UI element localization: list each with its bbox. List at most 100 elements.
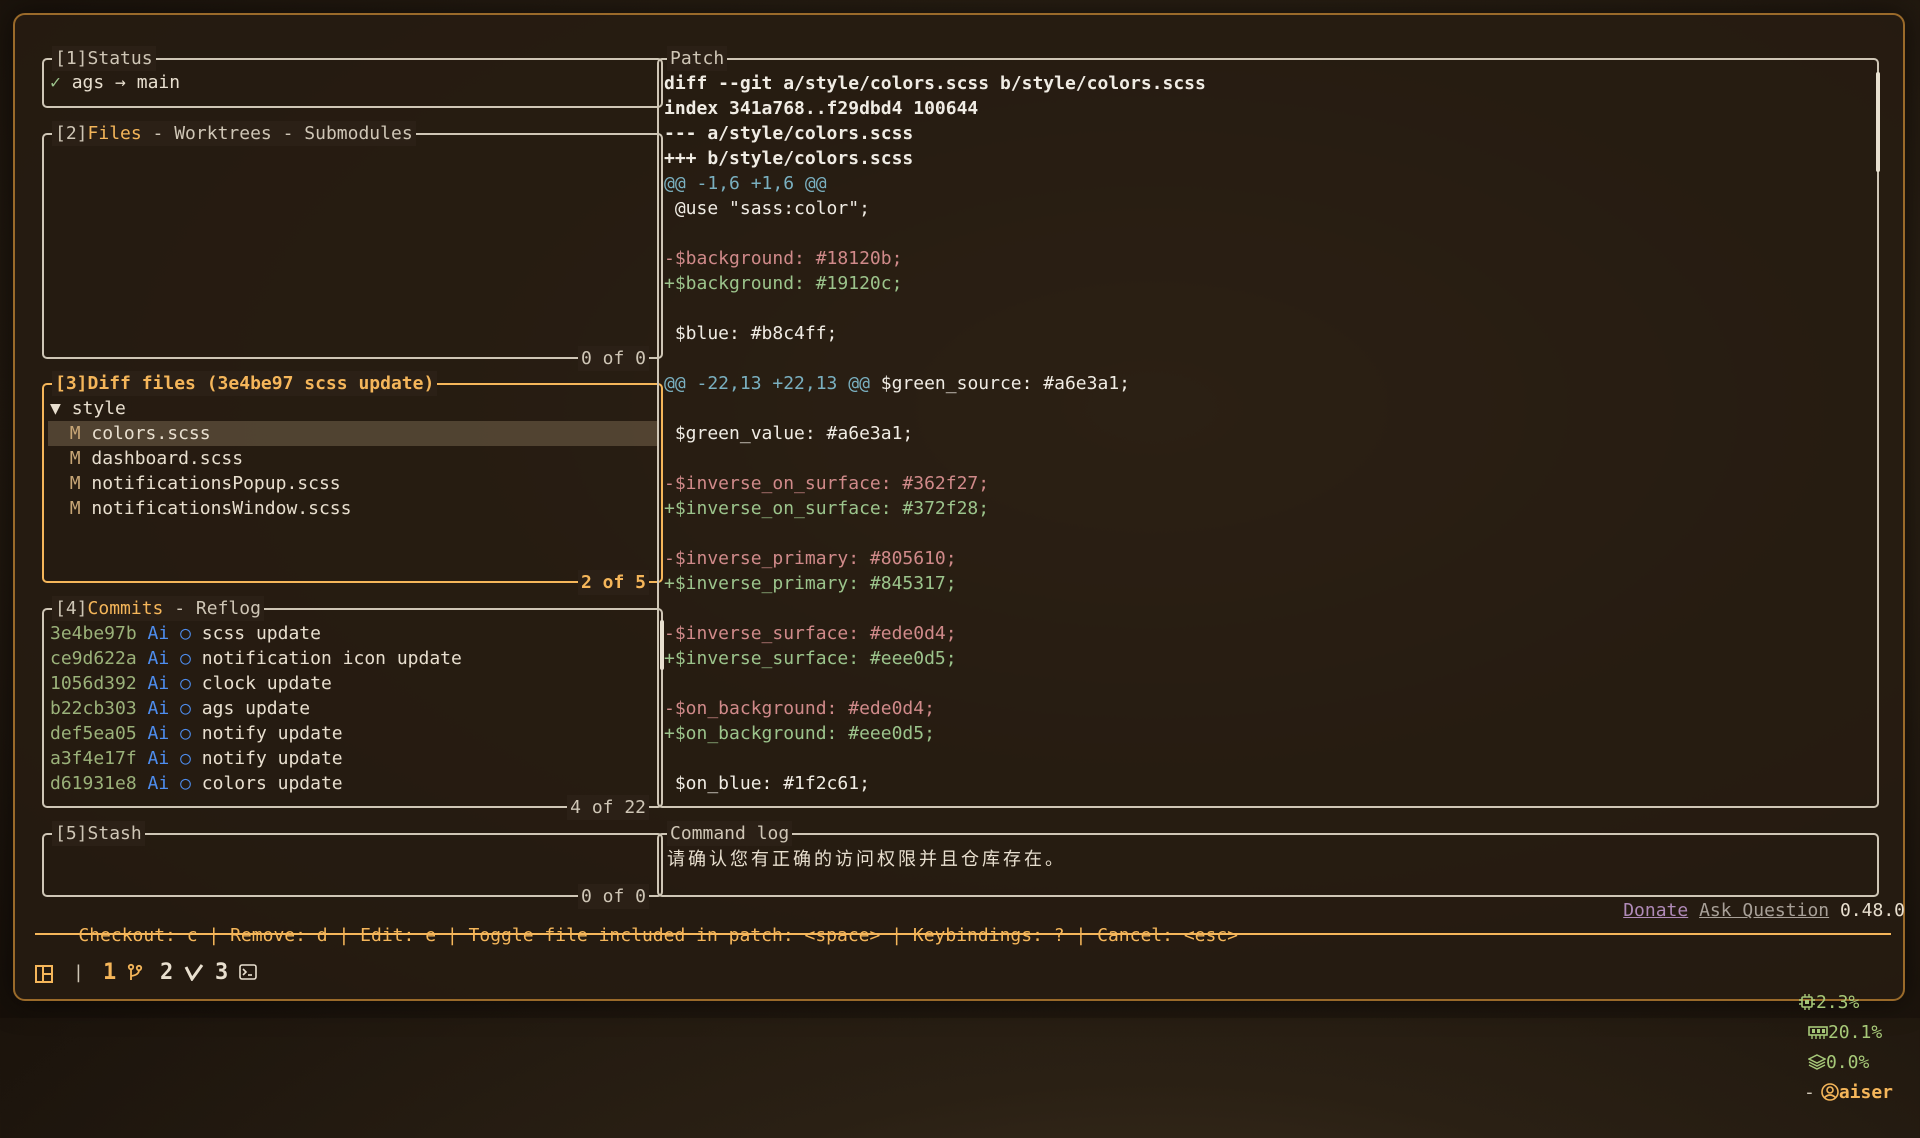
hunk-header: @@ -1,6 +1,6 @@ <box>664 173 827 194</box>
commit-row[interactable]: 3e4be97b Ai ○ scss update <box>50 621 655 646</box>
commit-message: notify update <box>201 723 343 744</box>
patch-line <box>664 446 1871 471</box>
collapse-arrow-icon[interactable]: ▼ <box>50 398 61 419</box>
disk-layers-icon <box>1807 1054 1827 1070</box>
commit-row[interactable]: a3f4e17f Ai ○ notify update <box>50 746 655 771</box>
donate-link[interactable]: Donate <box>1623 900 1688 921</box>
commit-row[interactable]: b22cb303 Ai ○ ags update <box>50 696 655 721</box>
workspace-3[interactable]: 3 <box>215 958 257 988</box>
commit-status-icon: ○ <box>180 673 191 694</box>
patch-line: $green_value: #a6e3a1; <box>664 421 1871 446</box>
keybinding-key: ? <box>1053 925 1065 946</box>
diff-file-row[interactable]: M colors.scss <box>48 421 657 446</box>
tab-commits[interactable]: Commits <box>88 598 164 619</box>
keybinding-label: Toggle file included in patch: <box>468 925 805 946</box>
diff-files-panel[interactable]: [3]Diff files (3e4be97 scss update) ▼ st… <box>42 371 663 595</box>
patch-line: @@ -1,6 +1,6 @@ <box>664 171 1871 196</box>
arrow-icon: → <box>115 72 126 93</box>
ask-question-link[interactable]: Ask Question <box>1699 900 1829 921</box>
patch-line: @@ -22,13 +22,13 @@ $green_source: #a6e3… <box>664 371 1871 396</box>
keybinding-item[interactable]: Keybindings: ? <box>913 925 1065 946</box>
commit-message: ags update <box>201 698 311 719</box>
added-line: +$on_background: #eee0d5; <box>664 723 935 744</box>
keybinding-item[interactable]: Edit: e <box>360 925 436 946</box>
commit-row[interactable]: ce9d622a Ai ○ notification icon update <box>50 646 655 671</box>
commit-row[interactable]: def5ea05 Ai ○ notify update <box>50 721 655 746</box>
layout-icon[interactable] <box>35 963 53 993</box>
patch-panel[interactable]: Patch diff --git a/style/colors.scss b/s… <box>657 46 1880 808</box>
file-name: colors.scss <box>91 423 211 444</box>
command-log-text: 请确认您有正确的访问权限并且仓库存在。 <box>667 849 1066 870</box>
keybinding-key: <space> <box>804 925 881 946</box>
keybinding-separator: | <box>880 925 913 946</box>
folder-row[interactable]: ▼ style <box>50 396 655 421</box>
keybinding-label: Keybindings: <box>912 925 1054 946</box>
commit-hash: def5ea05 <box>50 723 137 744</box>
patch-line <box>664 221 1871 246</box>
branch-name: main <box>136 72 181 93</box>
memory-value: 20.1% <box>1827 1022 1883 1043</box>
patch-line <box>664 671 1871 696</box>
diff-file-row[interactable]: M notificationsWindow.scss <box>48 496 657 521</box>
commit-row[interactable]: 1056d392 Ai ○ clock update <box>50 671 655 696</box>
context-line: $on_blue: #1f2c61; <box>664 773 870 794</box>
stash-panel[interactable]: [5]Stash 0 of 0 <box>42 821 663 909</box>
commit-message: colors update <box>201 773 343 794</box>
command-log-title: Command log <box>667 821 793 846</box>
workspace-2-num: 2 <box>160 960 174 985</box>
patch-line: +++ b/style/colors.scss <box>664 146 1871 171</box>
username: aiser <box>1838 1082 1893 1103</box>
commit-row[interactable]: d61931e8 Ai ○ colors update <box>50 771 655 796</box>
diff-file-row[interactable]: M dashboard.scss <box>48 446 657 471</box>
workspace-1[interactable]: 1 <box>103 958 143 988</box>
workspace-2[interactable]: 2 <box>160 958 204 988</box>
commit-hash: b22cb303 <box>50 698 137 719</box>
patch-line: -$on_background: #ede0d4; <box>664 696 1871 721</box>
hunk-context: $green_source: #a6e3a1; <box>869 373 1130 394</box>
check-icon: ✓ <box>50 72 61 93</box>
patch-line: index 341a768..f29dbd4 100644 <box>664 96 1871 121</box>
patch-line <box>664 746 1871 771</box>
keybinding-item[interactable]: Checkout: c <box>78 925 197 946</box>
files-count: 0 of 0 <box>577 346 649 371</box>
separator <box>35 933 1891 935</box>
tab-worktrees[interactable]: Worktrees <box>174 123 272 144</box>
file-name: dashboard.scss <box>91 448 244 469</box>
files-panel[interactable]: [2]Files - Worktrees - Submodules 0 of 0 <box>42 121 663 371</box>
status-panel-title: [1]Status <box>52 46 156 71</box>
patch-line: +$inverse_on_surface: #372f28; <box>664 496 1871 521</box>
keybinding-item[interactable]: Toggle file included in patch: <space> <box>469 925 881 946</box>
tab-reflog[interactable]: Reflog <box>196 598 261 619</box>
folder-name: style <box>71 398 126 419</box>
diff-header-line: index 341a768..f29dbd4 100644 <box>664 98 979 119</box>
patch-line: +$inverse_primary: #845317; <box>664 571 1871 596</box>
keybinding-item[interactable]: Cancel: <esc> <box>1097 925 1238 946</box>
tab-submodules[interactable]: Submodules <box>304 123 412 144</box>
context-line: @use "sass:color"; <box>664 198 870 219</box>
terminal-icon <box>239 964 257 980</box>
file-status-badge: M <box>69 448 81 469</box>
file-status-badge: M <box>69 473 81 494</box>
workspace-separator: | <box>73 962 84 983</box>
diff-file-row[interactable]: M notificationsPopup.scss <box>48 471 657 496</box>
patch-line: diff --git a/style/colors.scss b/style/c… <box>664 71 1871 96</box>
context-line: $green_value: #a6e3a1; <box>664 423 914 444</box>
patch-line <box>664 296 1871 321</box>
keybinding-label: Edit: <box>360 925 426 946</box>
keybinding-label: Checkout: <box>78 925 187 946</box>
keybinding-item[interactable]: Remove: d <box>230 925 328 946</box>
patch-line <box>664 596 1871 621</box>
tab-files[interactable]: Files <box>88 123 142 144</box>
patch-line: +$background: #19120c; <box>664 271 1871 296</box>
keybindings-list: Checkout: c | Remove: d | Edit: e | Togg… <box>78 925 1238 946</box>
cpu-icon <box>1798 994 1815 1010</box>
commit-author: Ai <box>147 673 170 694</box>
patch-panel-title: Patch <box>667 46 728 71</box>
status-panel[interactable]: [1]Status ✓ ags → main <box>42 46 663 108</box>
removed-line: -$inverse_on_surface: #362f27; <box>664 473 990 494</box>
commit-status-icon: ○ <box>180 773 191 794</box>
commits-panel[interactable]: [4]Commits - Reflog 3e4be97b Ai ○ scss u… <box>42 596 664 820</box>
keybinding-key: c <box>186 925 198 946</box>
keybinding-separator: | <box>197 925 231 946</box>
patch-scrollbar[interactable] <box>1876 72 1880 172</box>
